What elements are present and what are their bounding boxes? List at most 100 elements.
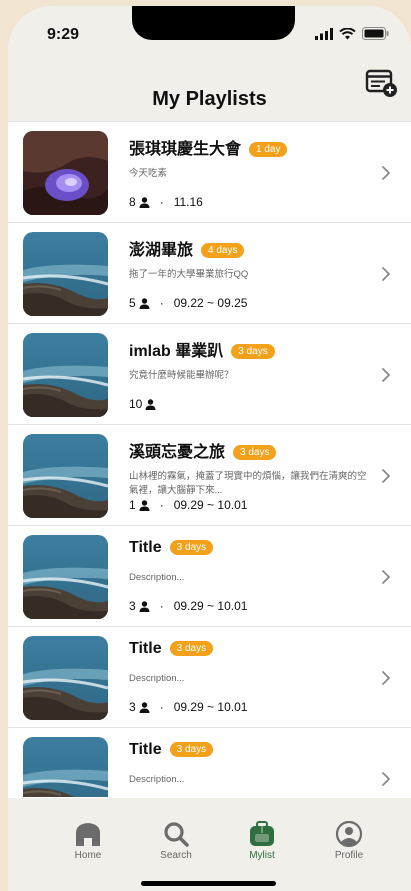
meta-separator: · <box>159 195 164 209</box>
meta-separator: · <box>159 498 164 512</box>
tab-label: Search <box>160 850 192 861</box>
playlist-row[interactable]: 張琪琪慶生大會 1 day 今天吃素 8 · 11.16 <box>8 121 411 222</box>
playlist-description: 拖了一年的大學畢業旅行QQ <box>129 269 249 280</box>
playlist-meta: 5 · 09.22 ~ 09.25 <box>129 296 247 310</box>
home-indicator <box>141 881 276 886</box>
chevron-right-icon[interactable] <box>381 367 391 383</box>
playlist-meta: 10 <box>129 397 156 411</box>
person-icon <box>139 600 150 612</box>
tab-home[interactable]: Home <box>58 821 118 861</box>
playlist-description: Description... <box>129 774 185 785</box>
playlist-thumbnail <box>23 232 108 316</box>
playlist-title: imlab 畢業趴 <box>129 343 224 360</box>
tab-label: Profile <box>334 850 364 861</box>
notch <box>132 6 295 40</box>
playlist-row[interactable]: Title 3 days Description... <box>8 727 411 797</box>
playlist-thumbnail <box>23 131 108 215</box>
playlist-description: Description... <box>129 572 185 583</box>
chevron-right-icon[interactable] <box>381 771 391 787</box>
chevron-right-icon[interactable] <box>381 266 391 282</box>
playlist-row[interactable]: 澎湖畢旅 4 days 拖了一年的大學畢業旅行QQ 5 · 09.22 ~ 09.25 <box>8 222 411 323</box>
member-count: 8 <box>129 195 136 209</box>
person-icon <box>139 701 150 713</box>
playlist-meta: 3 · 09.29 ~ 10.01 <box>129 599 247 613</box>
duration-badge: 3 days <box>169 641 214 656</box>
meta-separator: · <box>159 296 164 310</box>
playlist-description: 山林裡的霧氣，掩蓋了現實中的煩惱，讓我們在清爽的空氣裡，讓大腦靜下來... <box>129 471 367 496</box>
playlist-title: Title <box>129 539 162 556</box>
person-icon <box>139 297 150 309</box>
member-count: 10 <box>129 397 143 411</box>
chevron-right-icon[interactable] <box>381 468 391 484</box>
playlist-list[interactable]: 張琪琪慶生大會 1 day 今天吃素 8 · 11.16 澎湖畢旅 4 days 拖了一年的大學… <box>8 121 411 797</box>
duration-badge: 3 days <box>169 742 214 757</box>
playlist-thumbnail <box>23 737 108 797</box>
tab-label: Home <box>74 850 102 861</box>
tab-mylist[interactable]: Mylist <box>232 821 292 861</box>
playlist-title-line: imlab 畢業趴 3 days <box>129 337 275 361</box>
trip-dates: 09.22 ~ 09.25 <box>173 296 248 310</box>
header-area: 9:29 My Playlists <box>8 6 411 121</box>
person-icon <box>145 398 156 410</box>
tab-bar: Home Search Mylist Profile <box>8 798 411 891</box>
tab-profile[interactable]: Profile <box>319 821 379 861</box>
playlist-title: 澎湖畢旅 <box>129 242 194 259</box>
member-count: 1 <box>129 498 136 512</box>
trip-dates: 11.16 <box>173 195 203 209</box>
playlist-thumbnail <box>23 333 108 417</box>
meta-separator: · <box>159 599 164 613</box>
member-count: 3 <box>129 700 136 714</box>
playlist-title-line: Title 3 days <box>129 741 214 759</box>
search-icon <box>146 821 206 847</box>
playlist-title-line: Title 3 days <box>129 640 214 658</box>
playlist-row[interactable]: Title 3 days Description... 3 · 09.29 ~ 10.01 <box>8 626 411 727</box>
trip-dates: 09.29 ~ 10.01 <box>173 700 248 714</box>
playlist-thumbnail <box>23 636 108 720</box>
playlist-title-line: Title 3 days <box>129 539 214 557</box>
profile-icon <box>319 821 379 847</box>
signal-icon <box>315 27 333 40</box>
person-icon <box>139 499 150 511</box>
playlist-row[interactable]: imlab 畢業趴 3 days 究竟什麼時候能畢辦呢？ 10 <box>8 323 411 424</box>
playlist-thumbnail <box>23 535 108 619</box>
home-icon <box>58 821 118 847</box>
meta-separator: · <box>159 700 164 714</box>
duration-badge: 3 days <box>231 344 275 359</box>
playlist-title: Title <box>129 741 162 758</box>
playlist-meta: 8 · 11.16 <box>129 195 203 209</box>
duration-badge: 1 day <box>249 142 288 157</box>
backpack-icon <box>232 821 292 847</box>
playlist-title: 溪頭忘憂之旅 <box>129 444 226 461</box>
playlist-title: Title <box>129 640 162 657</box>
chevron-right-icon[interactable] <box>381 670 391 686</box>
member-count: 5 <box>129 296 136 310</box>
playlist-meta: 1 · 09.29 ~ 10.01 <box>129 498 247 512</box>
playlist-description: 今天吃素 <box>129 168 168 179</box>
playlist-meta: 3 · 09.29 ~ 10.01 <box>129 700 247 714</box>
playlist-row[interactable]: Title 3 days Description... 3 · 09.29 ~ 10.01 <box>8 525 411 626</box>
battery-icon <box>362 27 389 40</box>
chevron-right-icon[interactable] <box>381 569 391 585</box>
playlist-row[interactable]: 溪頭忘憂之旅 3 days 山林裡的霧氣，掩蓋了現實中的煩惱，讓我們在清爽的空氣裡，… <box>8 424 411 525</box>
page-title: My Playlists <box>152 88 267 110</box>
wifi-icon <box>339 27 356 39</box>
tab-search[interactable]: Search <box>146 821 206 861</box>
chevron-right-icon[interactable] <box>381 165 391 181</box>
playlist-thumbnail <box>23 434 108 518</box>
phone-screen: 9:29 My Playlists 張琪琪慶生大會 1 day 今天吃素 8 ·… <box>8 6 411 891</box>
playlist-description: Description... <box>129 673 185 684</box>
playlist-title-line: 溪頭忘憂之旅 3 days <box>129 438 277 462</box>
playlist-title-line: 張琪琪慶生大會 1 day <box>129 135 288 159</box>
playlist-title-line: 澎湖畢旅 4 days <box>129 236 245 260</box>
playlist-description: 究竟什麼時候能畢辦呢？ <box>129 370 234 381</box>
playlist-title: 張琪琪慶生大會 <box>129 141 242 158</box>
tab-label: Mylist <box>249 850 275 861</box>
duration-badge: 4 days <box>201 243 245 258</box>
duration-badge: 3 days <box>169 540 214 555</box>
trip-dates: 09.29 ~ 10.01 <box>173 498 248 512</box>
duration-badge: 3 days <box>233 445 277 460</box>
status-icons <box>315 27 389 40</box>
member-count: 3 <box>129 599 136 613</box>
person-icon <box>139 196 150 208</box>
status-time: 9:29 <box>47 26 80 43</box>
